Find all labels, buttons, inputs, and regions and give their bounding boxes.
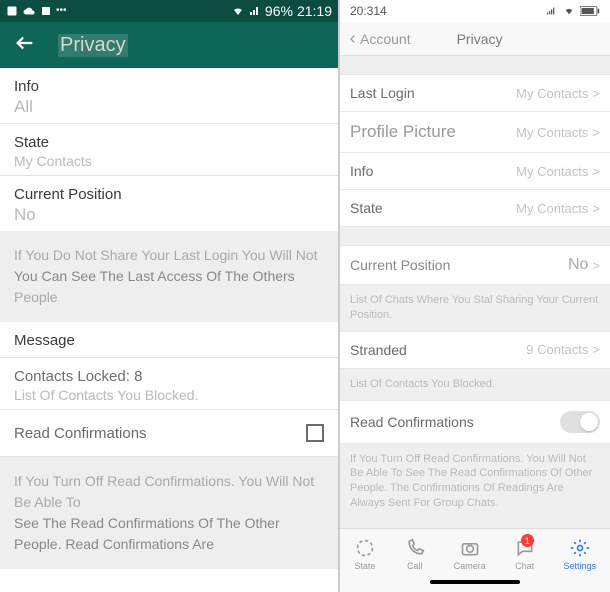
battery-icon: [580, 6, 600, 16]
profile-picture-value: My Contacts: [516, 125, 600, 140]
read-confirmations-label-ios: Read Confirmations: [350, 414, 474, 430]
calendar-icon: [40, 5, 52, 17]
last-login-note: If You Do Not Share Your Last Login You …: [0, 231, 338, 322]
profile-picture-label: Profile Picture: [350, 122, 456, 142]
tab-camera[interactable]: Camera: [454, 538, 486, 571]
status-time: 21:19: [297, 3, 332, 19]
last-login-label: Last Login: [350, 85, 415, 101]
stranded-label: Stranded: [350, 342, 407, 358]
info-value: All: [14, 97, 324, 117]
phone-icon: [404, 538, 426, 560]
chevron-left-icon: [348, 32, 358, 46]
read-confirmations-label: Read Confirmations: [14, 425, 147, 442]
state-row[interactable]: State My Contacts: [0, 124, 338, 176]
gear-icon: [569, 538, 591, 560]
android-status-bar: ••• 96% 21:19: [0, 0, 338, 22]
message-label: Message: [14, 332, 324, 349]
status-icon: [354, 538, 376, 560]
read-confirmations-note: If You Turn Off Read Confirmations. You …: [0, 457, 338, 569]
tab-chat[interactable]: 1 Chat: [514, 538, 536, 571]
state-value: My Contacts: [14, 153, 324, 169]
info-value-ios: My Contacts: [516, 164, 600, 179]
camera-icon: [459, 538, 481, 560]
current-position-value: No: [14, 205, 324, 225]
home-indicator: [340, 580, 610, 592]
read-confirmations-note-ios: If You Turn Off Read Confirmations. You …: [340, 444, 610, 519]
stranded-value: 9 Contacts: [526, 342, 600, 357]
last-login-value: My Contacts: [516, 86, 600, 101]
info-row-ios[interactable]: Info My Contacts: [340, 153, 610, 190]
current-position-row[interactable]: Current Position No: [0, 176, 338, 231]
cloud-icon: [22, 5, 36, 17]
tab-call[interactable]: Call: [404, 538, 426, 571]
page-title: Privacy: [58, 34, 128, 57]
current-position-row-ios[interactable]: Current Position No: [340, 245, 610, 285]
state-label-ios: State: [350, 200, 383, 216]
contacts-locked-label: Contacts Locked: 8: [14, 368, 324, 385]
back-button[interactable]: Account: [348, 31, 411, 47]
stranded-row[interactable]: Stranded 9 Contacts: [340, 331, 610, 369]
read-confirmations-row-ios[interactable]: Read Confirmations: [340, 400, 610, 444]
signal-icon: [544, 6, 558, 16]
status-time: 20:314: [350, 4, 387, 18]
status-left-icons: •••: [6, 5, 67, 17]
state-label: State: [14, 134, 324, 151]
current-position-label-ios: Current Position: [350, 257, 450, 273]
info-label: Info: [14, 78, 324, 95]
info-label-ios: Info: [350, 163, 373, 179]
battery-percent: 96%: [265, 3, 293, 19]
info-row[interactable]: Info All: [0, 68, 338, 124]
read-confirmations-switch[interactable]: [560, 411, 600, 433]
ios-status-bar: 20:314: [340, 0, 610, 22]
state-value-ios: My Contacts: [516, 201, 600, 216]
contacts-locked-row[interactable]: Contacts Locked: 8 List Of Contacts You …: [0, 358, 338, 410]
ios-screen: 20:314 Account Privacy Last Login My Con…: [340, 0, 610, 592]
dots-icon: •••: [56, 5, 67, 17]
image-icon: [6, 5, 18, 17]
chat-badge: 1: [521, 534, 534, 547]
wifi-icon: [562, 6, 576, 16]
current-position-label: Current Position: [14, 186, 324, 203]
blocked-note: List Of Contacts You Blocked.: [340, 369, 610, 400]
contacts-locked-note: List Of Contacts You Blocked.: [14, 387, 324, 403]
position-note: List Of Chats Where You Stal Sharing You…: [340, 285, 610, 331]
state-row-ios[interactable]: State My Contacts: [340, 190, 610, 227]
wifi-icon: [231, 5, 245, 17]
tab-settings[interactable]: Settings: [564, 538, 597, 571]
read-confirmations-checkbox[interactable]: [306, 424, 324, 442]
ios-nav-bar: Account Privacy: [340, 22, 610, 56]
current-position-value-ios: No: [568, 256, 600, 274]
ios-tab-bar: State Call Camera 1 Chat Settings: [340, 528, 610, 580]
message-row: Message: [0, 322, 338, 358]
read-confirmations-row[interactable]: Read Confirmations: [0, 410, 338, 457]
last-login-row[interactable]: Last Login My Contacts: [340, 74, 610, 112]
nav-title: Privacy: [457, 31, 503, 47]
signal-icon: [249, 5, 261, 17]
back-arrow-icon[interactable]: [14, 32, 36, 59]
android-header: Privacy: [0, 22, 338, 68]
android-screen: ••• 96% 21:19 Privacy Info All State My …: [0, 0, 340, 592]
profile-picture-row[interactable]: Profile Picture My Contacts: [340, 112, 610, 153]
tab-state[interactable]: State: [354, 538, 376, 571]
